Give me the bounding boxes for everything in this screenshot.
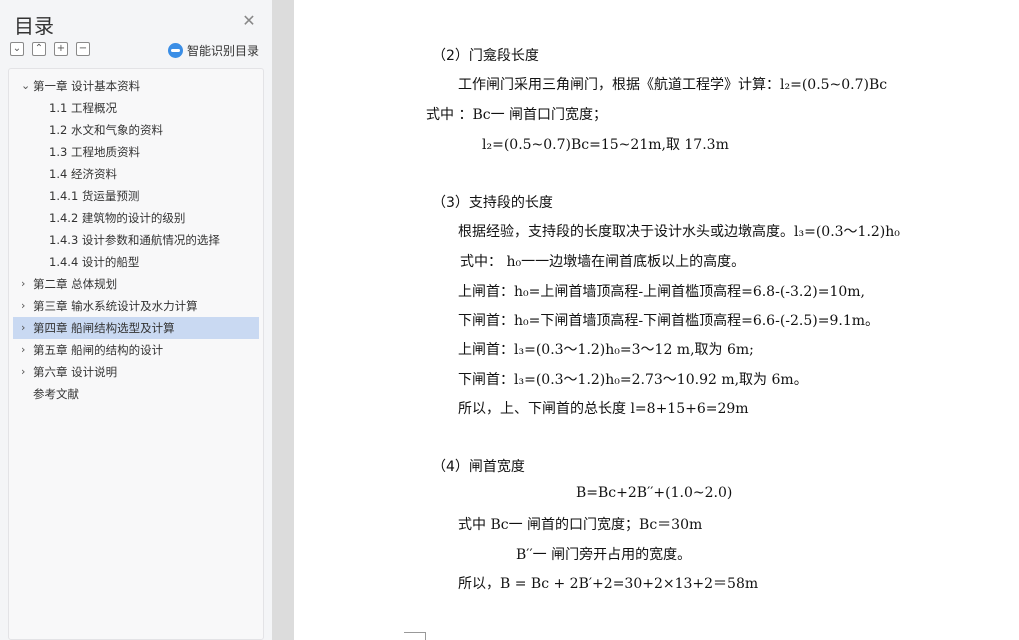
doc-line: 上闸首：h₀=上闸首墙顶高程-上闸首槛顶高程=6.8-(-3.2)=10m, [458, 284, 866, 300]
toc-item-chapter-6[interactable]: › 第六章 设计说明 [13, 361, 259, 383]
heading-gate-head-width: （4）闸首宽度 [432, 459, 525, 475]
close-icon[interactable]: ✕ [240, 12, 258, 30]
toc-panel: 目录 ✕ ⌄ ⌃ + − 智能识别目录 ⌄ 第一章 设计基本资料 1.1 工程概… [0, 0, 272, 640]
collapse-all-icon[interactable]: ⌄ [10, 42, 24, 56]
toc-item-label: 1.4.1 货运量预测 [49, 189, 140, 203]
doc-line: B′′一 闸门旁开占用的宽度。 [516, 547, 692, 563]
toc-item-1-4-4[interactable]: 1.4.4 设计的船型 [13, 251, 259, 273]
toc-item-label: 1.4.4 设计的船型 [49, 255, 140, 269]
toc-item-label: 参考文献 [33, 387, 79, 401]
page-corner-mark [404, 632, 426, 640]
doc-line: 上闸首：l₃=(0.3～1.2)h₀=3～12 m,取为 6m; [458, 342, 754, 358]
chevron-right-icon[interactable]: › [21, 295, 33, 317]
toc-item-label: 1.4.3 设计参数和通航情况的选择 [49, 233, 220, 247]
doc-line: 下闸首：h₀=下闸首墙顶高程-下闸首槛顶高程=6.6-(-2.5)=9.1m。 [458, 313, 880, 329]
doc-line: 式中 ：Bc一 闸首口门宽度； [426, 107, 608, 123]
doc-line: 所以，B = Bc + 2B′+2=30+2×13+2＝58m [458, 576, 759, 592]
toc-item-label: 第三章 输水系统设计及水力计算 [33, 299, 198, 313]
doc-line: 下闸首：l₃=(0.3～1.2)h₀=2.73～10.92 m,取为 6m。 [458, 372, 808, 388]
toc-item-1-4-1[interactable]: 1.4.1 货运量预测 [13, 185, 259, 207]
chevron-down-icon[interactable]: ⌄ [21, 75, 33, 97]
smart-toc-button[interactable]: 智能识别目录 [168, 42, 259, 59]
toc-item-1-4-3[interactable]: 1.4.3 设计参数和通航情况的选择 [13, 229, 259, 251]
toc-item-chapter-5[interactable]: › 第五章 船闸的结构的设计 [13, 339, 259, 361]
toc-item-1-3[interactable]: 1.3 工程地质资料 [13, 141, 259, 163]
panel-gutter [272, 0, 294, 640]
remove-heading-icon[interactable]: − [76, 42, 90, 56]
toc-item-label: 1.2 水文和气象的资料 [49, 123, 163, 137]
document-page: （2）门龛段长度 工作闸门采用三角闸门，根据《航道工程学》计算：l₂=(0.5~… [294, 0, 1019, 640]
toc-item-label: 1.3 工程地质资料 [49, 145, 140, 159]
chevron-right-icon[interactable]: › [21, 339, 33, 361]
heading-gate-niche-length: （2）门龛段长度 [432, 48, 539, 64]
toc-item-1-2[interactable]: 1.2 水文和气象的资料 [13, 119, 259, 141]
doc-line: 工作闸门采用三角闸门，根据《航道工程学》计算：l₂=(0.5~0.7)Bc [458, 77, 888, 93]
toc-item-label: 1.4.2 建筑物的设计的级别 [49, 211, 186, 225]
toc-title: 目录 [14, 14, 54, 38]
toc-item-references[interactable]: 参考文献 [13, 383, 259, 405]
toc-item-label: 第五章 船闸的结构的设计 [33, 343, 164, 357]
toc-item-1-4-2[interactable]: 1.4.2 建筑物的设计的级别 [13, 207, 259, 229]
doc-line: 所以，上、下闸首的总长度 l=8+15+6=29m [458, 401, 749, 417]
toc-item-label: 第六章 设计说明 [33, 365, 118, 379]
smart-toc-label: 智能识别目录 [187, 44, 260, 58]
toc-item-1-4[interactable]: 1.4 经济资料 [13, 163, 259, 185]
doc-line: l₂=(0.5~0.7)Bc=15~21m,取 17.3m [482, 137, 729, 153]
chevron-right-icon[interactable]: › [21, 317, 33, 339]
toc-tree: ⌄ 第一章 设计基本资料 1.1 工程概况 1.2 水文和气象的资料 1.3 工… [8, 68, 264, 640]
toc-item-label: 第四章 船闸结构选型及计算 [33, 321, 175, 335]
toc-toolbar: ⌄ ⌃ + − [10, 42, 90, 56]
heading-support-length: （3）支持段的长度 [432, 195, 553, 211]
toc-item-1-1[interactable]: 1.1 工程概况 [13, 97, 259, 119]
doc-line: 式中 Bc一 闸首的口门宽度；Bc＝30m [458, 517, 703, 533]
chevron-right-icon[interactable]: › [21, 273, 33, 295]
toc-item-label: 1.1 工程概况 [49, 101, 117, 115]
smart-recognize-icon [168, 43, 183, 58]
formula-line: B=Bc+2B′′+(1.0~2.0) [576, 485, 733, 501]
toc-item-chapter-4[interactable]: › 第四章 船闸结构选型及计算 [13, 317, 259, 339]
doc-line: 式中： h₀一一边墩墙在闸首底板以上的高度。 [460, 254, 746, 270]
toc-item-chapter-2[interactable]: › 第二章 总体规划 [13, 273, 259, 295]
toc-item-chapter-3[interactable]: › 第三章 输水系统设计及水力计算 [13, 295, 259, 317]
chevron-right-icon[interactable]: › [21, 361, 33, 383]
add-heading-icon[interactable]: + [54, 42, 68, 56]
toc-item-label: 第一章 设计基本资料 [33, 79, 141, 93]
toc-item-chapter-1[interactable]: ⌄ 第一章 设计基本资料 [13, 75, 259, 97]
doc-line: 根据经验，支持段的长度取决于设计水头或边墩高度。l₃=(0.3～1.2)h₀ [458, 224, 900, 240]
expand-all-icon[interactable]: ⌃ [32, 42, 46, 56]
toc-item-label: 第二章 总体规划 [33, 277, 118, 291]
toc-item-label: 1.4 经济资料 [49, 167, 117, 181]
